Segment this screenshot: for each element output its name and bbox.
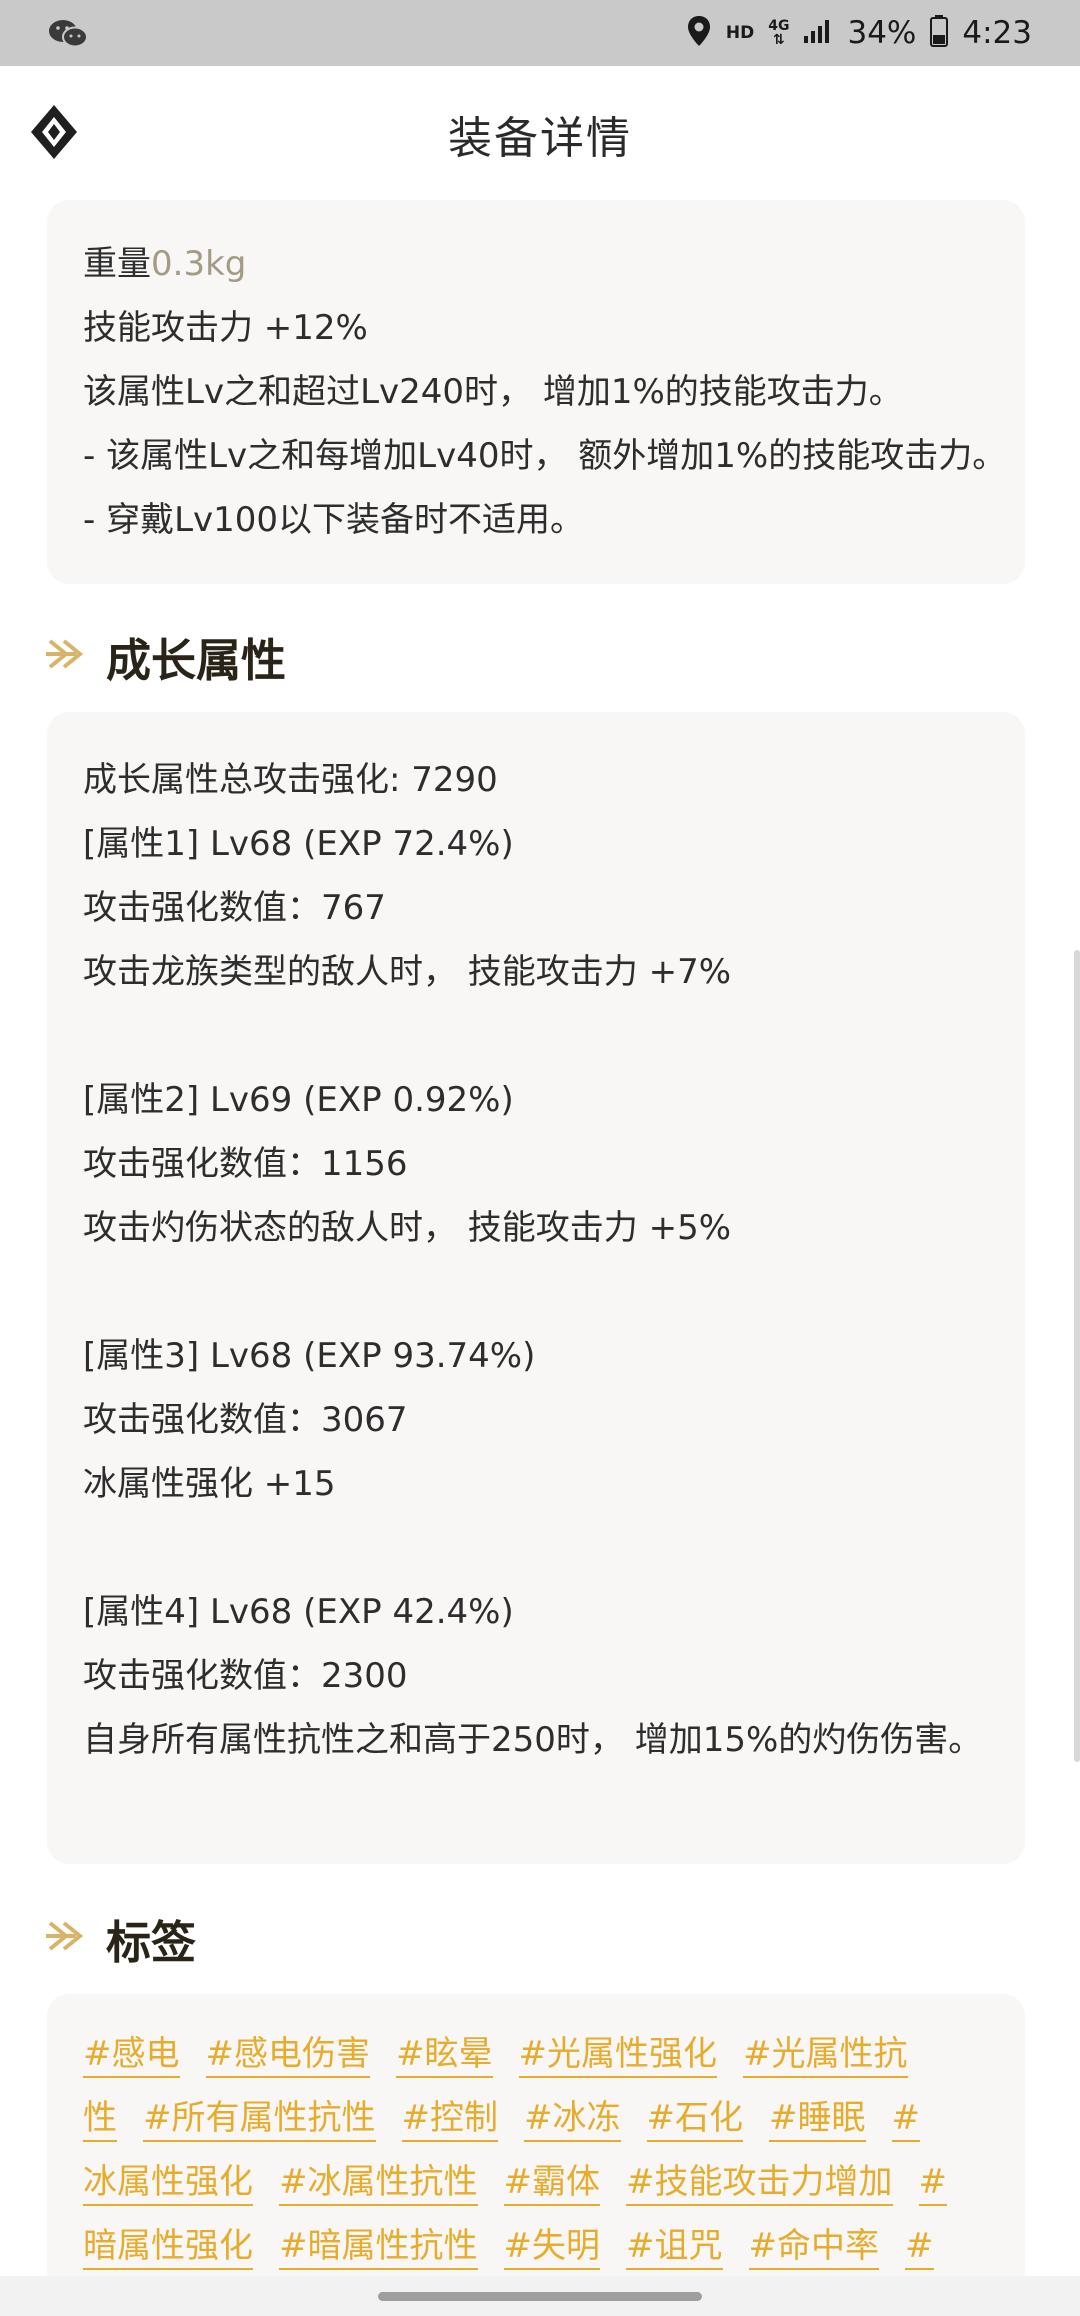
growth-group-header: [属性2] Lv69 (EXP 0.92%) [83, 1080, 514, 1120]
growth-group-effect: 攻击龙族类型的敌人时， 技能攻击力 +7% [83, 952, 732, 992]
growth-total: 成长属性总攻击强化: 7290 [83, 760, 498, 800]
tag-link[interactable]: #控制 [401, 2098, 498, 2142]
attribute-line: - 穿戴Lv100以下装备时不适用。 [83, 500, 585, 540]
tag-link[interactable]: #眩晕 [396, 2034, 493, 2078]
signal-icon [803, 18, 833, 48]
growth-group-value: 攻击强化数值：1156 [83, 1144, 408, 1184]
growth-card: 成长属性总攻击强化: 7290 [属性1] Lv68 (EXP 72.4%) 攻… [47, 712, 1025, 1864]
tags-section-header: 标签 [46, 1906, 196, 1970]
tag-link[interactable]: # [918, 2162, 947, 2206]
hd-indicator: HD [725, 23, 755, 43]
app-bar: 装备详情 [0, 66, 1080, 196]
growth-group-header: [属性4] Lv68 (EXP 42.4%) [83, 1592, 514, 1632]
tag-link[interactable]: #冰冻 [524, 2098, 621, 2142]
location-icon [686, 15, 712, 51]
tag-link[interactable]: 冰属性强化 [83, 2162, 253, 2206]
attribute-line: 技能攻击力 +12% [83, 308, 368, 348]
tag-row: #感电 #感电伤害 #眩晕 #光属性强化 #光属性抗 [83, 2022, 989, 2086]
tag-link[interactable]: #石化 [646, 2098, 743, 2142]
tag-link[interactable]: #感电伤害 [205, 2034, 370, 2078]
tag-link[interactable]: 暗属性强化 [83, 2226, 253, 2270]
home-gesture-handle[interactable] [378, 2292, 702, 2301]
growth-group-effect: 自身所有属性抗性之和高于250时， 增加15%的灼伤伤害。 [83, 1720, 983, 1760]
growth-group-value: 攻击强化数值：767 [83, 888, 386, 928]
tag-row: 性 #所有属性抗性 #控制 #冰冻 #石化 #睡眠 # [83, 2086, 989, 2150]
arrow-right-icon [46, 637, 86, 675]
clock: 4:23 [962, 15, 1032, 51]
arrow-right-icon [46, 1919, 86, 1957]
tag-row: 暗属性强化 #暗属性抗性 #失明 #诅咒 #命中率 # [83, 2214, 989, 2278]
scrollbar[interactable] [1074, 950, 1080, 1762]
battery-percent: 34% [847, 15, 917, 51]
growth-group-effect: 冰属性强化 +15 [83, 1464, 336, 1504]
tag-link[interactable]: 性 [83, 2098, 117, 2142]
tag-link[interactable]: #睡眠 [769, 2098, 866, 2142]
tag-link[interactable]: #霸体 [503, 2162, 600, 2206]
tag-link[interactable]: # [891, 2098, 920, 2142]
growth-group-effect: 攻击灼伤状态的敌人时， 技能攻击力 +5% [83, 1208, 732, 1248]
growth-group-value: 攻击强化数值：2300 [83, 1656, 408, 1696]
attribute-line: 该属性Lv之和超过Lv240时， 增加1%的技能攻击力。 [83, 372, 903, 412]
tag-link[interactable]: #技能攻击力增加 [626, 2162, 893, 2206]
growth-group-value: 攻击强化数值：3067 [83, 1400, 408, 1440]
tag-link[interactable]: #所有属性抗性 [143, 2098, 376, 2142]
weight-label: 重量 [83, 244, 151, 284]
weight-line: 重量0.3kg [83, 232, 989, 296]
tag-link[interactable]: #命中率 [748, 2226, 879, 2270]
weight-value: 0.3kg [151, 244, 247, 284]
tag-link[interactable]: #失明 [503, 2226, 600, 2270]
growth-section-title: 成长属性 [106, 633, 287, 687]
tag-link[interactable]: #感电 [83, 2034, 180, 2078]
growth-group-header: [属性1] Lv68 (EXP 72.4%) [83, 824, 514, 864]
tag-link[interactable]: #光属性强化 [518, 2034, 717, 2078]
tag-link[interactable]: #诅咒 [626, 2226, 723, 2270]
navigation-bar [0, 2276, 1080, 2316]
page-title: 装备详情 [448, 113, 632, 164]
growth-group-header: [属性3] Lv68 (EXP 93.74%) [83, 1336, 536, 1376]
tags-section-title: 标签 [106, 1915, 197, 1969]
attribute-line: - 该属性Lv之和每增加Lv40时， 额外增加1%的技能攻击力。 [83, 436, 1007, 476]
tags-card: #感电 #感电伤害 #眩晕 #光属性强化 #光属性抗 性 #所有属性抗性 #控制 #冰冻 #石化… [47, 1994, 1025, 2294]
status-bar: HD 4G ⇅ 34% 4:23 [0, 0, 1080, 66]
tag-link[interactable]: #光属性抗 [743, 2034, 908, 2078]
tag-row: 冰属性强化 #冰属性抗性 #霸体 #技能攻击力增加 # [83, 2150, 989, 2214]
attributes-card: 重量0.3kg 技能攻击力 +12% 该属性Lv之和超过Lv240时， 增加1%… [47, 200, 1025, 584]
tag-link[interactable]: #暗属性抗性 [279, 2226, 478, 2270]
4g-indicator: 4G ⇅ [768, 18, 790, 48]
tag-link[interactable]: # [905, 2226, 934, 2270]
battery-icon [930, 15, 949, 51]
tag-link[interactable]: #冰属性抗性 [279, 2162, 478, 2206]
wechat-icon [48, 18, 88, 48]
growth-section-header: 成长属性 [46, 624, 286, 688]
